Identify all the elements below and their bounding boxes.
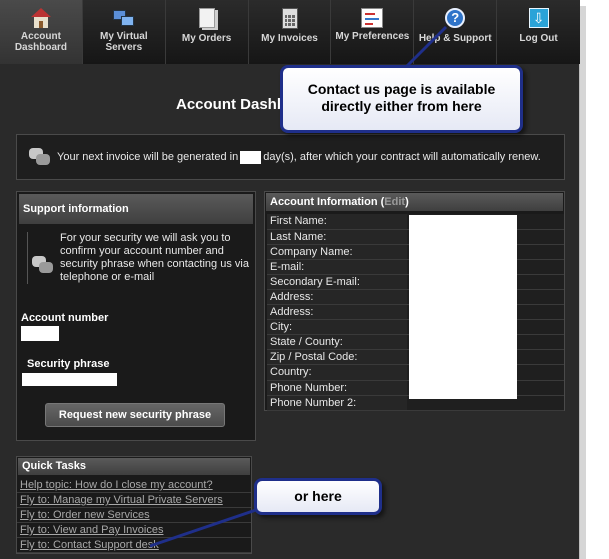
request-security-phrase-button[interactable]: Request new security phrase xyxy=(45,403,225,427)
list-item: Fly to: Order new Services xyxy=(17,508,251,523)
field-label: Address: xyxy=(267,289,407,306)
list-item: Fly to: Contact Support desk xyxy=(17,538,251,553)
field-label: Secondary E-mail: xyxy=(267,274,407,290)
nav-item-help-support[interactable]: ? Help & Support xyxy=(414,0,498,64)
home-icon xyxy=(30,8,51,28)
notice-text-after: day(s), after which your contract will a… xyxy=(263,151,541,163)
quick-task-link[interactable]: Fly to: Order new Services xyxy=(20,509,150,521)
page-title: Account Dashb xyxy=(176,96,287,113)
list-item: Fly to: Manage my Virtual Private Server… xyxy=(17,493,251,508)
servers-icon xyxy=(112,8,135,28)
field-label: Zip / Postal Code: xyxy=(267,349,407,366)
speech-bubble-icon xyxy=(32,254,54,276)
speech-bubble-icon xyxy=(29,146,51,168)
notice-text-before: Your next invoice will be generated in xyxy=(57,151,239,163)
edit-link[interactable]: Edit xyxy=(384,196,405,208)
account-header: Account Information (Edit) xyxy=(266,193,563,211)
field-label: Phone Number: xyxy=(267,380,407,396)
field-label: State / County: xyxy=(267,334,407,351)
list-item: Help topic: How do I close my account? xyxy=(17,478,251,493)
calculator-icon xyxy=(279,8,301,30)
logout-icon: ⇩ xyxy=(528,8,550,30)
nav-item-my-virtual-servers[interactable]: My Virtual Servers xyxy=(82,0,166,64)
nav-item-account-dashboard[interactable]: Account Dashboard xyxy=(0,0,83,64)
quick-task-link[interactable]: Fly to: View and Pay Invoices xyxy=(20,524,163,536)
callout-help-support: Contact us page is available directly ei… xyxy=(280,65,523,133)
orders-icon xyxy=(196,8,218,30)
redacted-security-phrase xyxy=(22,373,117,386)
preferences-icon xyxy=(361,8,384,28)
frame-shadow xyxy=(580,6,586,559)
nav-item-log-out[interactable]: ⇩ Log Out xyxy=(497,0,581,64)
nav-label: My Invoices xyxy=(261,33,318,44)
list-item: Fly to: View and Pay Invoices xyxy=(17,523,251,538)
field-label: Last Name: xyxy=(267,229,407,245)
quick-tasks-header: Quick Tasks xyxy=(18,458,250,475)
quick-task-link[interactable]: Help topic: How do I close my account? xyxy=(20,479,213,491)
nav-item-my-preferences[interactable]: My Preferences xyxy=(331,0,415,64)
nav-label: My Preferences xyxy=(335,31,410,42)
nav-label: Account Dashboard xyxy=(14,31,68,53)
notice-text: Your next invoice will be generated in d… xyxy=(57,150,541,164)
field-label: E-mail: xyxy=(267,259,407,275)
field-label: First Name: xyxy=(267,214,407,230)
help-icon: ? xyxy=(444,8,466,30)
nav-label: My Virtual Servers xyxy=(99,31,148,53)
account-number-label: Account number xyxy=(21,312,109,324)
security-phrase-label: Security phrase xyxy=(27,358,110,370)
account-header-close: ) xyxy=(405,196,409,208)
quick-task-link[interactable]: Fly to: Manage my Virtual Private Server… xyxy=(20,494,223,506)
security-note-text: For your security we will ask you to con… xyxy=(60,232,249,283)
nav-item-my-invoices[interactable]: My Invoices xyxy=(248,0,332,64)
nav-label: Help & Support xyxy=(418,33,492,44)
nav-item-my-orders[interactable]: My Orders xyxy=(165,0,249,64)
security-note: For your security we will ask you to con… xyxy=(27,232,252,284)
account-header-title: Account Information ( xyxy=(270,196,385,208)
redacted-account-number xyxy=(21,326,59,341)
support-header: Support information xyxy=(19,194,253,224)
contact-support-link[interactable]: Fly to: Contact Support desk xyxy=(20,539,159,551)
field-label: Phone Number 2: xyxy=(267,395,407,411)
callout-contact-link: or here xyxy=(254,478,382,515)
nav-label: Log Out xyxy=(519,33,558,44)
redacted-account-values xyxy=(409,215,517,399)
nav-label: My Orders xyxy=(181,33,232,44)
quick-tasks-list: Help topic: How do I close my account? F… xyxy=(17,478,251,553)
field-label: Company Name: xyxy=(267,244,407,260)
field-label: City: xyxy=(267,319,407,336)
quick-tasks-panel: Quick Tasks Help topic: How do I close m… xyxy=(16,456,252,554)
support-information-panel: Support information For your security we… xyxy=(16,191,256,441)
invoice-notice: Your next invoice will be generated in d… xyxy=(16,134,565,180)
redacted-days-value xyxy=(240,150,262,164)
field-label: Country: xyxy=(267,364,407,381)
top-navigation: Account Dashboard My Virtual Servers My … xyxy=(0,0,581,64)
field-label: Address: xyxy=(267,304,407,321)
